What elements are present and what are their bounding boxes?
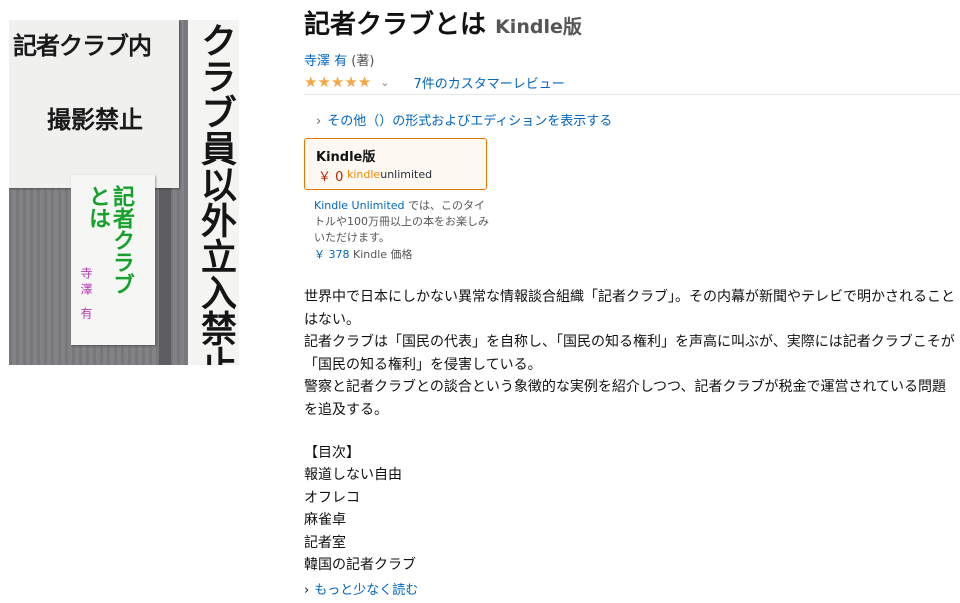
- toc-item: 韓国の記者クラブ: [304, 557, 416, 573]
- rating-row: ★★★★★ ⌄ 7件のカスタマーレビュー: [304, 72, 565, 92]
- cover-sign-line2: 撮影禁止: [47, 106, 143, 134]
- toc-item: オフレコ: [304, 489, 360, 506]
- author-role: (著): [347, 54, 375, 69]
- kindle-unlimited-logo-icon: kindleunlimited: [347, 168, 432, 181]
- product-format-label: Kindle版: [495, 16, 582, 38]
- description-paragraph: 警察と記者クラブとの談合という象徴的な実例を紹介しつつ、記者クラブが税金で運営さ…: [304, 379, 947, 418]
- cover-sign-no-photography: 記者クラブ内 撮影禁止: [9, 20, 179, 188]
- chevron-right-icon: ›: [316, 114, 322, 129]
- ku-logo-unlimited: unlimited: [380, 168, 433, 181]
- chevron-right-icon: ›: [304, 583, 310, 598]
- ku-logo-kindle: kindle: [347, 168, 381, 181]
- kindle-format-title: Kindle版: [316, 150, 376, 165]
- cover-book-title-col1: 記者クラブ: [109, 185, 134, 295]
- author-byline: 寺澤 有 (著): [304, 50, 374, 69]
- more-formats-link[interactable]: › その他（）の形式およびエディションを表示する: [316, 110, 612, 129]
- toc-item: 麻雀卓: [304, 512, 346, 528]
- toc-item: 報道しない自由: [304, 467, 402, 483]
- kindle-format-price: ￥ 0: [318, 170, 344, 185]
- divider: [304, 94, 960, 95]
- cover-book-title-card: 記者クラブ とは 寺澤 有: [71, 175, 155, 345]
- cover-book-author: 寺澤 有: [79, 267, 93, 323]
- cover-sign-no-entry: クラブ員以外立入禁止: [188, 20, 239, 365]
- kindle-unlimited-link[interactable]: Kindle Unlimited: [314, 199, 405, 212]
- toc-list: 報道しない自由 オフレコ 麻雀卓 記者室 韓国の記者クラブ: [304, 464, 416, 577]
- cover-sign-line1: 記者クラブ内: [13, 32, 152, 60]
- chevron-down-icon[interactable]: ⌄: [380, 76, 389, 89]
- kindle-unlimited-note: Kindle Unlimited では、このタイトルや100万冊以上の本をお楽し…: [314, 198, 490, 246]
- read-less-label: もっと少なく読む: [314, 583, 419, 598]
- toc-heading: 【目次】: [304, 445, 360, 461]
- product-title-text: 記者クラブとは: [304, 10, 487, 40]
- more-formats-label: その他（）の形式およびエディションを表示する: [327, 114, 613, 129]
- toc-item: 記者室: [304, 534, 346, 551]
- kindle-format-box[interactable]: Kindle版 ￥ 0 kindleunlimited: [304, 138, 487, 190]
- cover-book-title-col2: とは: [85, 185, 110, 229]
- customer-reviews-link[interactable]: 7件のカスタマーレビュー: [413, 73, 564, 92]
- author-link[interactable]: 寺澤 有: [304, 54, 347, 69]
- read-less-link[interactable]: › もっと少なく読む: [304, 579, 418, 598]
- star-rating-icon[interactable]: ★★★★★: [304, 73, 371, 91]
- cover-sign-vertical-text: クラブ員以外立入禁止: [195, 22, 236, 365]
- kindle-price-label: Kindle 価格: [349, 248, 413, 261]
- product-title: 記者クラブとは Kindle版: [304, 8, 582, 44]
- description-paragraph: 世界中で日本にしかない異常な情報談合組織「記者クラブ」。その内幕が新聞やテレビで…: [304, 289, 955, 328]
- book-cover-image[interactable]: 記者クラブ内 撮影禁止 クラブ員以外立入禁止 記者クラブ とは 寺澤 有: [9, 20, 239, 365]
- kindle-price-value[interactable]: ￥ 378: [314, 248, 350, 261]
- kindle-price-row: ￥ 378 Kindle 価格: [314, 246, 413, 262]
- book-description: 世界中で日本にしかない異常な情報談合組織「記者クラブ」。その内幕が新聞やテレビで…: [304, 286, 956, 421]
- description-paragraph: 記者クラブは「国民の代表」を自称し、「国民の知る権利」を声高に叫ぶが、実際には記…: [304, 334, 955, 373]
